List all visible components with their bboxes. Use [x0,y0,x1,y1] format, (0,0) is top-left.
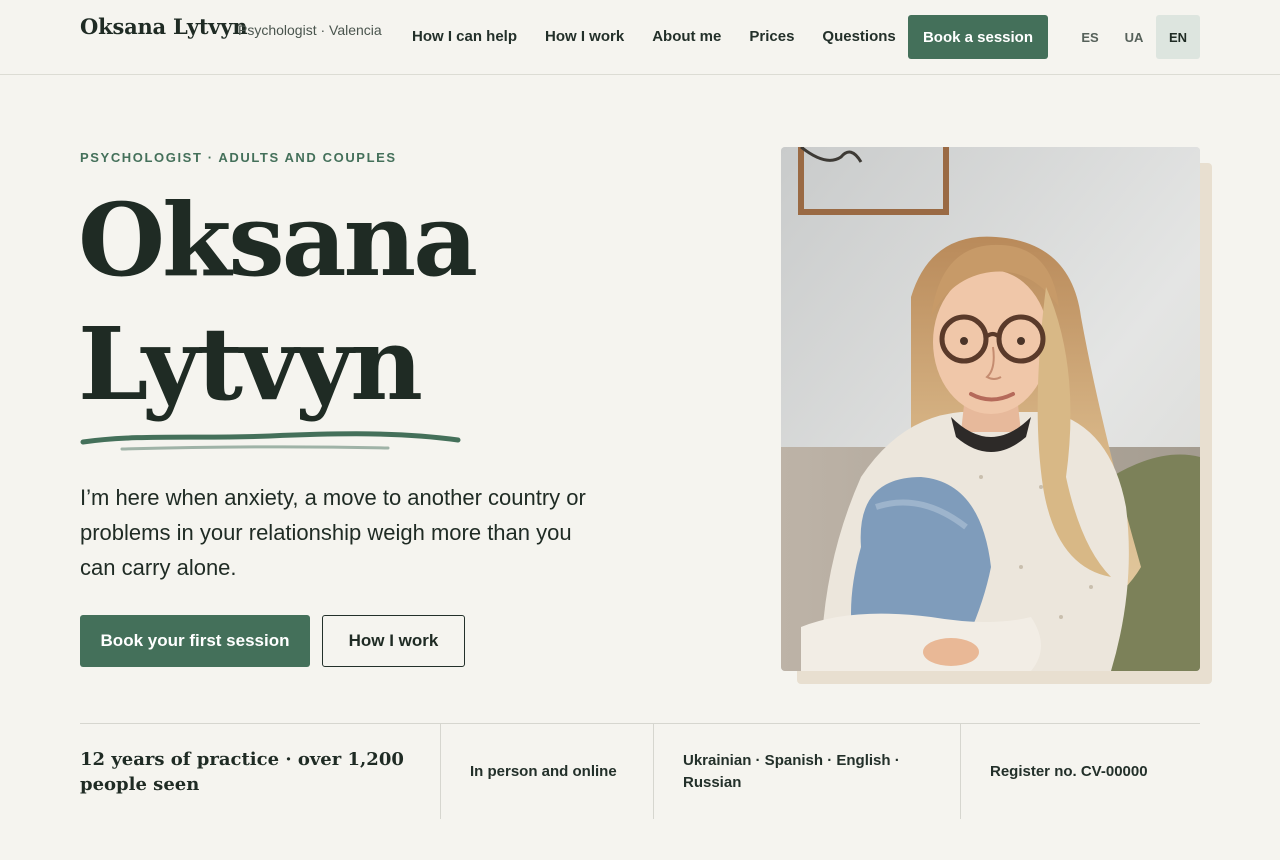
book-first-session-button[interactable]: Book your first session [80,615,310,667]
stat-register: Register no. CV-00000 [960,724,1200,819]
lang-ua-button[interactable]: UA [1112,15,1156,59]
stat-languages: Ukrainian · Spanish · English · Russian [653,724,960,819]
stat-languages-text: Ukrainian · Spanish · English · Russian [683,751,900,791]
book-session-button[interactable]: Book a session [908,15,1048,59]
nav-about-me[interactable]: About me [652,28,721,45]
nav-how-i-work[interactable]: How I work [545,28,624,45]
stat-format-text: In person and online [470,762,617,780]
brand-subtitle: Psychologist · Valencia [238,22,382,38]
hero-title: Oksana Lytvyn [78,178,478,426]
stats-strip: 12 years of practice · over 1,200 people… [80,723,1200,819]
language-switcher: ES UA EN [1068,15,1200,59]
stat-experience-text: 12 years of practice · over 1,200 people… [80,748,404,795]
site-header: Oksana Lytvyn Psychologist · Valencia Ho… [0,0,1280,75]
stat-experience: 12 years of practice · over 1,200 people… [80,724,440,819]
lang-es-button[interactable]: ES [1068,15,1112,59]
hero-lead: I’m here when anxiety, a move to another… [80,485,586,580]
hand-drawn-underline [80,431,461,451]
hero-title-first-name: Oksana [78,181,478,299]
nav-questions[interactable]: Questions [822,28,895,45]
how-i-work-button[interactable]: How I work [322,615,465,667]
hero-title-last-name: Lytvyn [78,305,423,423]
lang-en-button[interactable]: EN [1156,15,1200,59]
nav-how-i-can-help[interactable]: How I can help [412,28,517,45]
brand-name[interactable]: Oksana Lytvyn [80,14,248,39]
nav-prices[interactable]: Prices [749,28,794,45]
stat-register-text: Register no. CV-00000 [990,762,1148,780]
portrait-photo [781,147,1200,671]
main-nav: How I can help How I work About me Price… [412,28,924,45]
stat-format: In person and online [440,724,653,819]
hero-eyebrow: PSYCHOLOGIST · ADULTS AND COUPLES [80,150,397,165]
